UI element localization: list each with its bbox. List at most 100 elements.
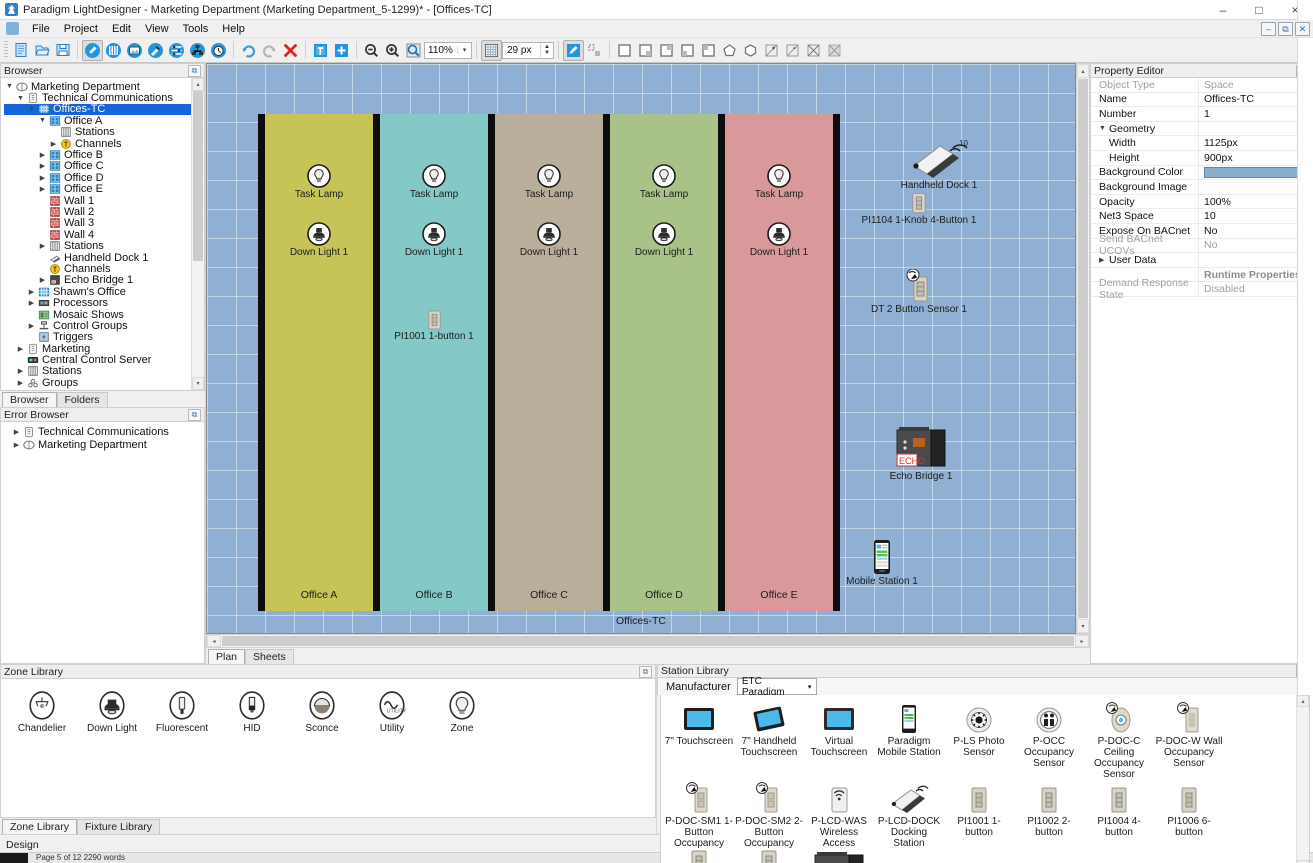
zone-library-item-utility[interactable]: UTILITYUtility bbox=[357, 687, 427, 734]
grid-size-spinner[interactable]: 29 px ▲ ▼ bbox=[502, 42, 554, 59]
tree-node-mosaic-shows[interactable]: Mosaic Shows bbox=[4, 309, 191, 320]
station-library-item-p-lcd-was-wireless-access[interactable]: P-LCD-WAS Wireless Access bbox=[804, 780, 874, 849]
menu-tools[interactable]: Tools bbox=[176, 21, 216, 37]
shape-collapse-icon[interactable] bbox=[824, 40, 845, 61]
property-row-width[interactable]: Width1125px bbox=[1091, 136, 1312, 151]
tree-expander[interactable]: ▶ bbox=[37, 185, 48, 193]
shape-square-notch-br-icon[interactable] bbox=[635, 40, 656, 61]
manufacturer-combobox[interactable]: ETC Paradigm ▾ bbox=[737, 678, 817, 695]
property-value-cell[interactable]: No bbox=[1199, 239, 1312, 253]
property-value-cell[interactable]: No bbox=[1199, 224, 1312, 238]
property-row-height[interactable]: Height900px bbox=[1091, 151, 1312, 166]
tree-node-office-b[interactable]: ▶Office B bbox=[4, 149, 191, 160]
canvas-scroll-right-arrow[interactable]: ▸ bbox=[1075, 635, 1089, 647]
property-row-geometry[interactable]: ▼Geometry bbox=[1091, 122, 1312, 137]
tree-node-technical-communications[interactable]: ▼Technical Communications bbox=[4, 92, 191, 103]
menu-edit[interactable]: Edit bbox=[105, 21, 138, 37]
minimize-button[interactable]: – bbox=[1205, 0, 1241, 20]
station-library-item-p-doc-sm1-1-button-occupancy[interactable]: P-DOC-SM1 1-Button Occupancy bbox=[664, 780, 734, 849]
browser-tree[interactable]: ▼Marketing Department▼Technical Communic… bbox=[1, 78, 191, 390]
property-value-cell[interactable] bbox=[1199, 122, 1312, 136]
clock-tool-icon[interactable] bbox=[208, 40, 229, 61]
property-value-cell[interactable]: 900px bbox=[1199, 151, 1312, 165]
tree-node-triggers[interactable]: Triggers bbox=[4, 332, 191, 343]
tree-node-wall-1[interactable]: Wall 1 bbox=[4, 195, 191, 206]
tree-node-stations[interactable]: Stations bbox=[4, 127, 191, 138]
fixture-down-light-1[interactable]: Down Light 1 bbox=[374, 222, 494, 258]
tree-node-processors[interactable]: ▶Processors bbox=[4, 297, 191, 308]
device-mobile-station-1[interactable]: Mobile Station 1 bbox=[822, 539, 942, 587]
station-scroll-thumb[interactable] bbox=[1297, 707, 1309, 860]
tab-browser[interactable]: Browser bbox=[2, 392, 57, 407]
error-node-marketing-department[interactable]: ▶Marketing Department bbox=[5, 439, 204, 452]
spin-down-icon[interactable]: ▼ bbox=[544, 50, 550, 56]
tree-expander[interactable]: ▶ bbox=[48, 140, 59, 148]
property-row-object-type[interactable]: Object TypeSpace bbox=[1091, 78, 1312, 93]
tree-expander[interactable]: ▶ bbox=[37, 162, 48, 170]
shape-add-node-icon[interactable] bbox=[761, 40, 782, 61]
fixture-task-lamp[interactable]: Task Lamp bbox=[259, 164, 379, 200]
canvas-vertical-scrollbar[interactable]: ▴ ▾ bbox=[1076, 63, 1090, 634]
station-library-item-virtual-touchscreen[interactable]: Virtual Touchscreen bbox=[804, 700, 874, 780]
tree-node-wall-2[interactable]: Wall 2 bbox=[4, 206, 191, 217]
new-document-icon[interactable] bbox=[10, 40, 31, 61]
tab-fixture-library[interactable]: Fixture Library bbox=[77, 819, 160, 834]
fixture-down-light-1[interactable]: Down Light 1 bbox=[604, 222, 724, 258]
tree-expander[interactable]: ▶ bbox=[37, 174, 48, 182]
station-library-item-partial-0[interactable] bbox=[664, 849, 734, 863]
fixture-task-lamp[interactable]: Task Lamp bbox=[604, 164, 724, 200]
property-row-opacity[interactable]: Opacity100% bbox=[1091, 195, 1312, 210]
station-library-item-partial-1[interactable] bbox=[734, 849, 804, 863]
canvas-hscroll-thumb[interactable] bbox=[222, 636, 1074, 646]
delete-icon[interactable] bbox=[280, 40, 301, 61]
tab-zone-library[interactable]: Zone Library bbox=[2, 819, 77, 834]
browser-scroll-thumb[interactable] bbox=[193, 91, 203, 261]
station-library-item-pi1002-2-button[interactable]: PI1002 2-button bbox=[1014, 780, 1084, 849]
tree-expander[interactable]: ▼ bbox=[4, 83, 15, 90]
tab-sheets[interactable]: Sheets bbox=[245, 649, 294, 664]
background-color-swatch[interactable] bbox=[1204, 167, 1312, 178]
property-value-cell[interactable] bbox=[1199, 253, 1312, 267]
tree-node-marketing-department[interactable]: ▼Marketing Department bbox=[4, 81, 191, 92]
mdi-maximize-button[interactable]: ⧉ bbox=[1278, 22, 1293, 36]
zone-library-item-down-light[interactable]: Down Light bbox=[77, 687, 147, 734]
tree-node-handheld-dock-1[interactable]: Handheld Dock 1 bbox=[4, 252, 191, 263]
shape-square-notch-tl-icon[interactable] bbox=[698, 40, 719, 61]
device-pi1104-1-knob-4-button-1[interactable]: PI1104 1-Knob 4-Button 1 bbox=[859, 192, 979, 226]
station-library-item-pi1006-6-button[interactable]: PI1006 6-button bbox=[1154, 780, 1224, 849]
shape-hexagon-icon[interactable] bbox=[740, 40, 761, 61]
fixture-task-lamp[interactable]: Task Lamp bbox=[719, 164, 839, 200]
tree-node-marketing[interactable]: ▶Marketing bbox=[4, 343, 191, 354]
property-row-background-image[interactable]: Background Image bbox=[1091, 180, 1312, 195]
toolbar-grip[interactable] bbox=[4, 41, 8, 59]
tree-node-stations[interactable]: ▶Stations bbox=[4, 366, 191, 377]
zone-library-item-sconce[interactable]: Sconce bbox=[287, 687, 357, 734]
property-value-cell[interactable]: Disabled bbox=[1199, 282, 1312, 296]
pen-tool-icon[interactable] bbox=[82, 40, 103, 61]
tree-node-offices-tc[interactable]: ▼Offices-TC bbox=[4, 104, 191, 115]
floorplan-canvas[interactable]: Office AOffice BOffice COffice DOffice E… bbox=[206, 63, 1076, 634]
add-space-icon[interactable] bbox=[310, 40, 331, 61]
property-row-background-color[interactable]: Background Color bbox=[1091, 166, 1312, 181]
station-library-float-icon[interactable]: ⧉ bbox=[1296, 665, 1309, 677]
property-row-number[interactable]: Number1 bbox=[1091, 107, 1312, 122]
fixture-down-light-1[interactable]: Down Light 1 bbox=[489, 222, 609, 258]
expander-icon[interactable]: ▶ bbox=[1099, 256, 1109, 264]
property-value-cell[interactable]: Offices-TC bbox=[1199, 93, 1312, 107]
menu-file[interactable]: File bbox=[25, 21, 57, 37]
tree-expander[interactable]: ▶ bbox=[26, 322, 37, 330]
canvas-horizontal-scrollbar[interactable]: ◂ ▸ bbox=[206, 634, 1090, 648]
canvas-vscroll-thumb[interactable] bbox=[1078, 79, 1088, 618]
tree-expander[interactable]: ▶ bbox=[26, 288, 37, 296]
property-row-send-bacnet-ucovs[interactable]: Send BACnet UCOVsNo bbox=[1091, 239, 1312, 254]
shape-remove-node-icon[interactable] bbox=[782, 40, 803, 61]
tree-expander[interactable]: ▶ bbox=[11, 441, 22, 449]
maximize-button[interactable]: □ bbox=[1241, 0, 1277, 20]
chevron-down-icon[interactable]: ▾ bbox=[457, 46, 471, 54]
shape-square-notch-tr-icon[interactable] bbox=[656, 40, 677, 61]
save-icon[interactable] bbox=[52, 40, 73, 61]
station-library-item-p-doc-w-wall-occupancy-sensor[interactable]: P-DOC-W Wall Occupancy Sensor bbox=[1154, 700, 1224, 780]
device-handheld-dock-1[interactable]: 10Handheld Dock 1 bbox=[879, 139, 999, 191]
property-value-cell[interactable] bbox=[1199, 166, 1312, 180]
menu-view[interactable]: View bbox=[138, 21, 176, 37]
